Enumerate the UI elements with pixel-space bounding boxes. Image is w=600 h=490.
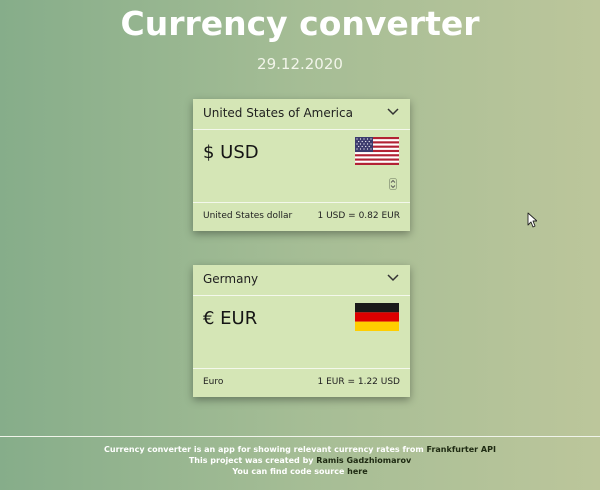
currency-name: Euro xyxy=(203,377,224,387)
source-code-link[interactable]: here xyxy=(347,467,368,476)
currency-card-eur: Germany € EUR Euro 1 EUR = 1.22 USD xyxy=(193,265,410,397)
current-date: 29.12.2020 xyxy=(257,55,343,73)
page-title: Currency converter xyxy=(120,4,480,43)
country-select-eur[interactable]: Germany xyxy=(193,265,410,296)
footer-line-api: Currency converter is an app for showing… xyxy=(104,445,496,454)
amount-stepper[interactable] xyxy=(389,178,397,190)
germany-flag-icon xyxy=(355,303,399,331)
chevron-down-icon[interactable] xyxy=(387,108,399,116)
mouse-cursor-icon xyxy=(527,212,537,228)
country-select-value: Germany xyxy=(203,272,259,286)
us-flag-icon xyxy=(355,137,399,165)
frankfurter-api-link[interactable]: Frankfurter API xyxy=(427,445,496,454)
country-select-value: United States of America xyxy=(203,106,353,120)
currency-card-usd: United States of America $ USD United St… xyxy=(193,99,410,231)
footer-line-author: This project was created by Ramis Gadzhi… xyxy=(188,456,412,465)
exchange-rate: 1 USD = 0.82 EUR xyxy=(317,211,400,221)
exchange-rate: 1 EUR = 1.22 USD xyxy=(317,377,400,387)
author-link[interactable]: Ramis Gadzhiomarov xyxy=(316,456,411,465)
card-footer: United States dollar 1 USD = 0.82 EUR xyxy=(193,202,410,231)
currency-name: United States dollar xyxy=(203,211,293,221)
currency-code-usd: $ USD xyxy=(203,142,259,163)
currency-code-eur: € EUR xyxy=(203,308,258,329)
chevron-down-icon[interactable] xyxy=(387,274,399,282)
footer-divider xyxy=(0,436,600,437)
page-footer: Currency converter is an app for showing… xyxy=(0,444,600,477)
card-footer: Euro 1 EUR = 1.22 USD xyxy=(193,368,410,397)
country-select-usd[interactable]: United States of America xyxy=(193,99,410,130)
footer-line-source: You can find code source here xyxy=(232,467,368,476)
